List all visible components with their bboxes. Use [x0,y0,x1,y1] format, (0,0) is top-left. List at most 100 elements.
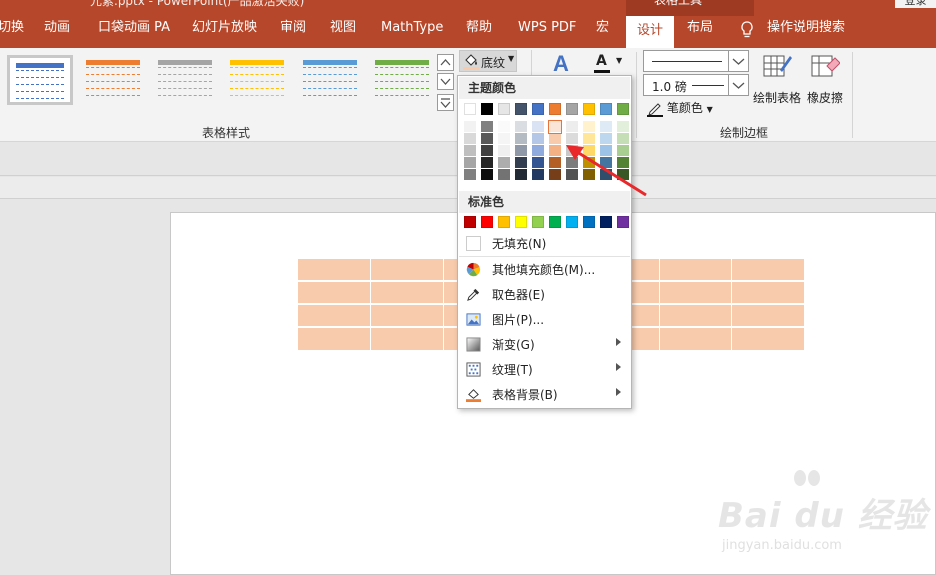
picture-icon [466,313,481,326]
theme-color-swatch[interactable] [600,103,612,115]
theme-shade-swatch[interactable] [532,145,544,157]
line-style-select[interactable] [643,50,749,72]
theme-shade-swatch[interactable] [617,121,629,133]
theme-shade-swatch[interactable] [498,133,510,145]
table-background-item[interactable]: 表格背景(B) [459,382,630,407]
table-col-divider [731,259,732,350]
theme-color-swatch[interactable] [498,103,510,115]
tab-view[interactable]: 视图 [330,8,356,48]
gallery-more-button[interactable] [437,94,454,111]
gallery-up-button[interactable] [437,54,454,71]
shading-button[interactable]: 底纹 ▼ [459,50,517,72]
theme-color-swatch[interactable] [617,103,629,115]
eyedropper-item[interactable]: 取色器(E) [459,282,630,307]
theme-shade-swatch[interactable] [464,145,476,157]
theme-color-swatch[interactable] [481,103,493,115]
standard-color-swatch[interactable] [566,216,578,228]
theme-shade-swatch[interactable] [481,121,493,133]
tab-animations[interactable]: 动画 [44,8,70,48]
theme-shade-swatch[interactable] [498,169,510,181]
theme-color-swatch[interactable] [515,103,527,115]
theme-shade-swatch[interactable] [566,121,578,133]
tab-slideshow[interactable]: 幻灯片放映 [192,8,257,48]
table-style-thumbnail[interactable] [297,55,363,105]
theme-shade-swatch[interactable] [464,157,476,169]
standard-color-swatch[interactable] [549,216,561,228]
standard-color-swatch[interactable] [464,216,476,228]
tab-help[interactable]: 帮助 [466,8,492,48]
theme-shade-swatch[interactable] [481,157,493,169]
standard-color-swatch[interactable] [583,216,595,228]
eraser-button[interactable]: 橡皮擦 [803,52,847,106]
table-style-thumbnail[interactable] [7,55,73,105]
theme-shade-column [532,121,544,181]
theme-shade-swatch[interactable] [600,121,612,133]
standard-color-swatch[interactable] [617,216,629,228]
theme-shade-swatch[interactable] [481,133,493,145]
table-style-thumbnail[interactable] [80,55,146,105]
selected-color-indicator [548,120,562,134]
theme-color-swatch[interactable] [549,103,561,115]
tab-layout[interactable]: 布局 [687,8,713,48]
standard-color-swatch[interactable] [515,216,527,228]
tab-review[interactable]: 审阅 [280,8,306,48]
theme-shade-swatch[interactable] [532,169,544,181]
gallery-down-button[interactable] [437,73,454,90]
text-fill-icon[interactable]: A [553,51,569,77]
line-style-dropdown[interactable] [728,51,748,71]
draw-table-button[interactable]: 绘制表格 [752,52,802,106]
line-weight-preview [692,85,724,86]
theme-shade-swatch[interactable] [464,133,476,145]
line-weight-dropdown[interactable] [728,75,748,95]
tab-pocket-animation[interactable]: 口袋动画 PA [98,8,170,48]
texture-fill-item[interactable]: 纹理(T) [459,357,630,382]
more-fill-colors-item[interactable]: 其他填充颜色(M)... [459,257,630,282]
theme-shade-swatch[interactable] [532,133,544,145]
standard-color-swatch[interactable] [498,216,510,228]
table-style-thumbnail[interactable] [224,55,290,105]
theme-shade-swatch[interactable] [498,121,510,133]
theme-shade-swatch[interactable] [464,169,476,181]
line-weight-select[interactable]: 1.0 磅 [643,74,749,96]
theme-shade-swatch[interactable] [498,157,510,169]
theme-shade-swatch[interactable] [464,121,476,133]
caret-down-icon[interactable]: ▼ [616,56,622,65]
theme-shade-swatch[interactable] [583,121,595,133]
theme-shade-swatch[interactable] [515,133,527,145]
no-fill-item[interactable]: 无填充(N) [459,231,630,256]
standard-color-swatch[interactable] [600,216,612,228]
draw-table-icon [763,55,792,77]
theme-shade-swatch[interactable] [515,145,527,157]
table-style-thumbnail[interactable] [152,55,218,105]
theme-shade-column [498,121,510,181]
theme-shade-swatch[interactable] [515,169,527,181]
theme-color-swatch[interactable] [464,103,476,115]
theme-shade-swatch[interactable] [481,169,493,181]
chevron-up-icon [440,59,451,66]
theme-shade-swatch[interactable] [481,145,493,157]
text-color-icon[interactable]: A [596,53,607,69]
theme-shade-swatch[interactable] [515,121,527,133]
tab-design[interactable]: 设计 [626,16,674,48]
tab-wps-pdf[interactable]: WPS PDF [518,8,576,48]
theme-shade-swatch[interactable] [498,145,510,157]
login-button[interactable]: 登录 [895,0,936,8]
theme-color-swatch[interactable] [566,103,578,115]
theme-shade-swatch[interactable] [532,121,544,133]
tell-me-search[interactable]: 操作说明搜索 [767,8,845,48]
pen-color-button[interactable]: 笔颜色 ▼ [647,99,713,117]
picture-fill-item[interactable]: 图片(P)... [459,307,630,332]
theme-shade-swatch[interactable] [532,157,544,169]
theme-shade-swatch[interactable] [515,157,527,169]
standard-color-swatch[interactable] [532,216,544,228]
standard-color-swatch[interactable] [481,216,493,228]
tab-macro[interactable]: 宏 [596,8,609,48]
table-style-thumbnail[interactable] [369,55,435,105]
theme-color-swatch[interactable] [532,103,544,115]
red-pointer-arrow-icon [566,145,647,197]
theme-color-swatch[interactable] [583,103,595,115]
tab-transitions[interactable]: 切换 [0,8,24,48]
tab-mathtype[interactable]: MathType [381,8,443,48]
gradient-fill-item[interactable]: 渐变(G) [459,332,630,357]
submenu-arrow-icon [616,388,621,396]
